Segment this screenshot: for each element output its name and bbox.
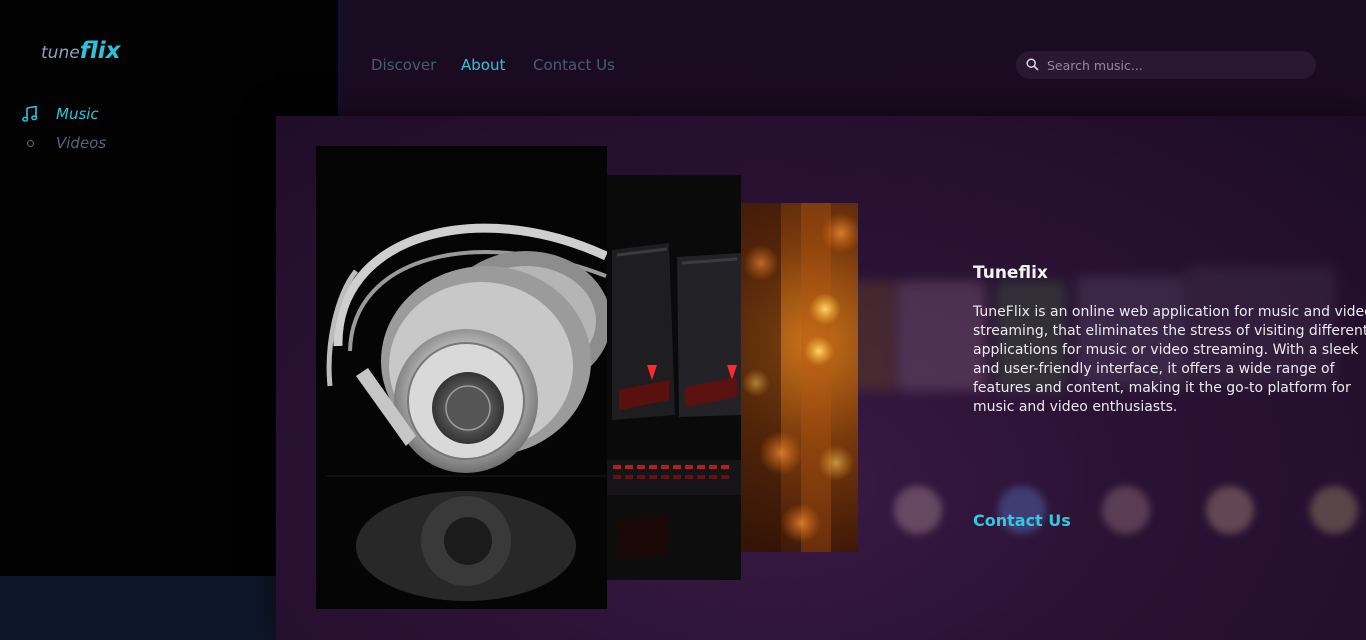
blurred-avatar [1206,486,1254,534]
sidebar-item-videos[interactable]: Videos [20,133,106,153]
search-input[interactable] [1047,57,1297,73]
circle-icon [20,133,40,153]
logo-prefix: tune [41,43,80,63]
nav-contact-us[interactable]: Contact Us [533,56,615,74]
blurred-avatar [1310,486,1358,534]
search-bar[interactable] [1016,51,1316,79]
search-icon [1026,56,1039,75]
nav-discover[interactable]: Discover [371,56,436,74]
sidebar-item-label: Music [56,105,99,123]
headphones-image [316,146,607,609]
about-title: Tuneflix [973,263,1048,283]
sidebar-item-label: Videos [56,134,107,152]
gaming-pc-image [607,175,741,580]
nav-about[interactable]: About [461,56,505,74]
bokeh-lights-image [741,203,858,552]
about-description: TuneFlix is an online web application fo… [973,304,1366,415]
blurred-avatar [1102,486,1150,534]
contact-us-link[interactable]: Contact Us [973,511,1071,530]
blurred-avatar [894,486,942,534]
logo-main: flix [79,38,121,64]
sidebar-footer [0,576,276,640]
app-logo[interactable]: tuneflix [41,38,121,64]
sidebar-item-music[interactable]: Music [20,104,99,124]
music-note-icon [20,104,40,124]
